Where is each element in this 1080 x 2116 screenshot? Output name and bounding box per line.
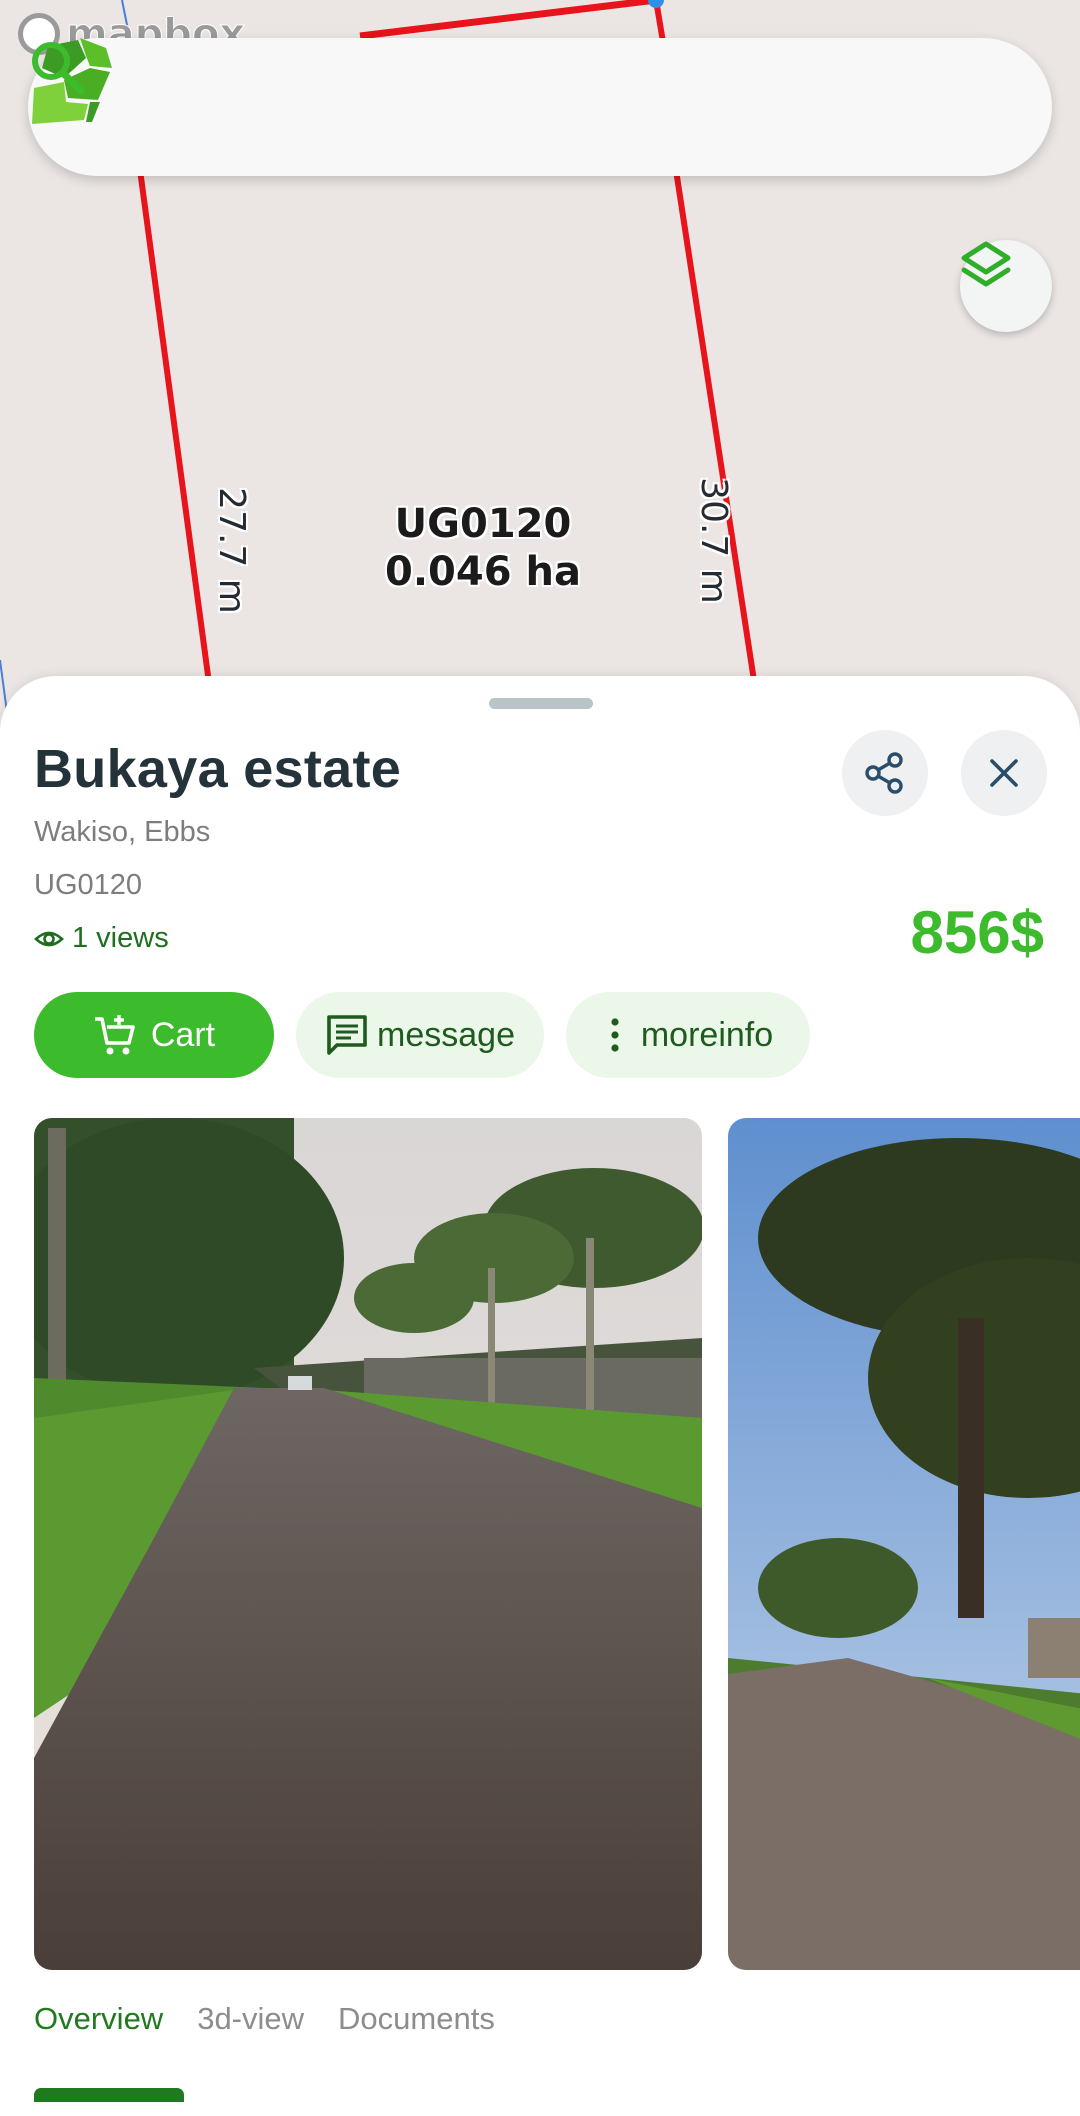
cart-button[interactable]: Cart: [34, 992, 274, 1078]
listing-title: Bukaya estate: [34, 739, 402, 799]
layers-icon: [961, 241, 1011, 287]
left-side-length: 27.7 m: [210, 487, 252, 614]
tab-overview[interactable]: Overview: [34, 2001, 163, 2037]
listing-sheet: Bukaya estate Wakiso, Ebbs UG0120 1 view…: [0, 676, 1080, 2116]
close-button[interactable]: [961, 730, 1047, 816]
tab-3d-view[interactable]: 3d-view: [197, 2001, 304, 2037]
map-view[interactable]: mapbox UG0120 0.046 ha 27.7 m 30.7 m: [0, 0, 1080, 720]
cart-label: Cart: [150, 1015, 216, 1054]
parcel-label: UG0120 0.046 ha: [360, 500, 606, 596]
listing-location: Wakiso, Ebbs: [34, 816, 211, 848]
drag-handle[interactable]: [489, 698, 593, 709]
add-cart-icon: [94, 1015, 135, 1055]
share-icon: [865, 752, 903, 794]
views-count: 1 views: [34, 922, 169, 955]
right-side-length: 30.7 m: [692, 477, 734, 604]
parcel-area: 0.046 ha: [385, 549, 581, 595]
tab-documents[interactable]: Documents: [338, 2001, 495, 2037]
search-bar[interactable]: [28, 38, 1052, 176]
views-label: 1 views: [72, 922, 169, 954]
message-label: message: [377, 1015, 515, 1054]
parcel-code: UG0120: [394, 501, 572, 547]
street-photo: [728, 1118, 1080, 1970]
message-icon: [327, 1015, 367, 1055]
action-buttons: Cart message moreinfo: [34, 992, 810, 1078]
gallery-photo[interactable]: [728, 1118, 1080, 1970]
detail-tabs: Overview 3d-view Documents: [34, 2001, 495, 2037]
eye-icon: [34, 931, 64, 946]
photo-gallery[interactable]: [34, 1118, 1080, 1970]
message-button[interactable]: message: [296, 992, 544, 1078]
moreinfo-button[interactable]: moreinfo: [566, 992, 810, 1078]
listing-price: 856$: [910, 899, 1044, 966]
share-button[interactable]: [842, 730, 928, 816]
close-icon: [990, 759, 1018, 787]
active-tab-indicator: [34, 2088, 184, 2102]
layers-button[interactable]: [960, 240, 1052, 332]
gallery-photo[interactable]: [34, 1118, 702, 1970]
search-icon[interactable]: [28, 38, 86, 96]
moreinfo-label: moreinfo: [640, 1015, 774, 1054]
listing-code: UG0120: [34, 869, 143, 901]
search-input[interactable]: [198, 72, 962, 144]
more-vertical-icon: [611, 1018, 619, 1052]
road-photo: [34, 1118, 702, 1970]
